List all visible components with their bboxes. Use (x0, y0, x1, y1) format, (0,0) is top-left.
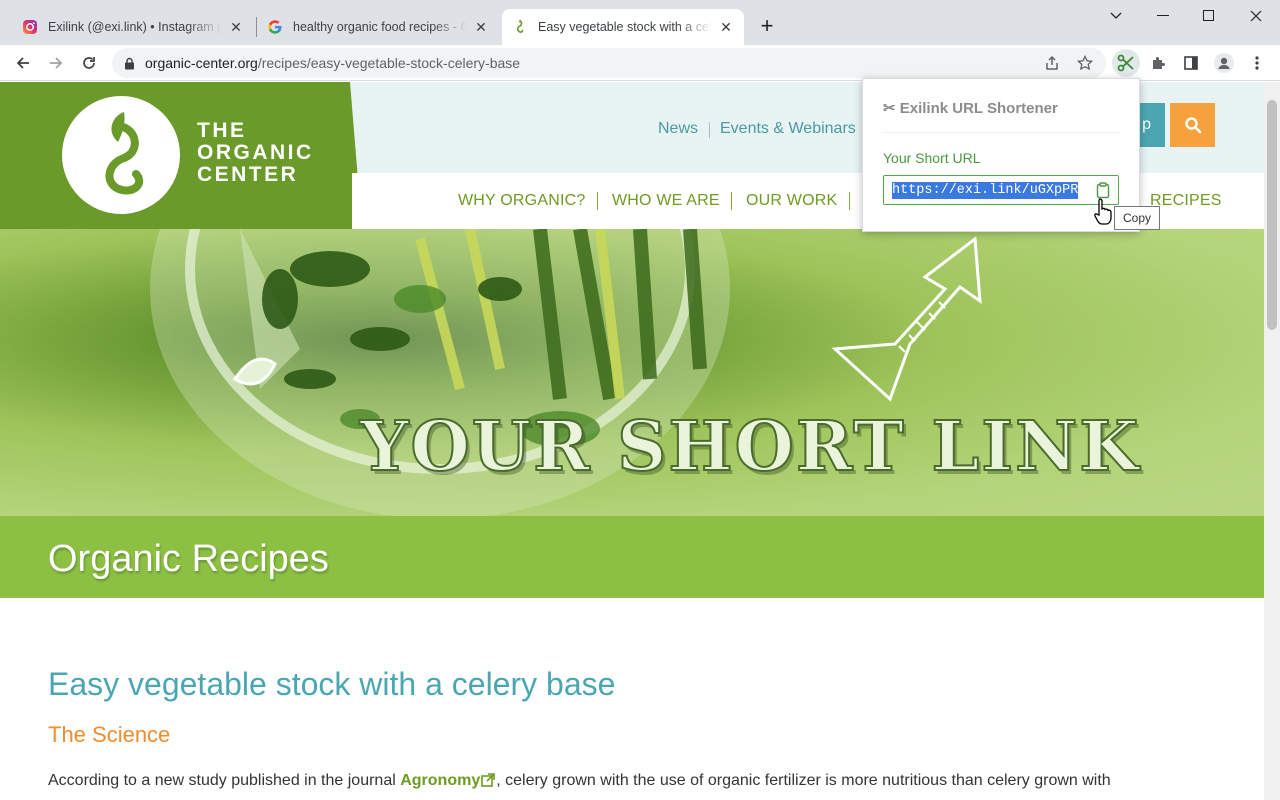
recipe-subtitle: The Science (48, 722, 171, 747)
more-menu-icon[interactable] (1243, 49, 1271, 77)
nav-divider (849, 192, 850, 210)
extensions-puzzle-icon[interactable] (1145, 49, 1173, 77)
search-button[interactable] (1170, 103, 1215, 147)
lock-icon[interactable] (124, 57, 135, 70)
exilink-extension-icon[interactable] (1112, 49, 1140, 77)
nav-divider (731, 192, 732, 210)
short-url-label: Your Short URL (883, 150, 981, 166)
nav-recipes[interactable]: RECIPES (1150, 192, 1222, 210)
nav-events-webinars[interactable]: Events & Webinars (720, 120, 856, 138)
tab-instagram[interactable]: Exilink (@exi.link) • Instagram photos a… (12, 9, 254, 45)
bookmark-star-icon[interactable] (1071, 49, 1099, 77)
recipe-body: According to a new study published in th… (48, 768, 1188, 796)
popup-divider (883, 132, 1121, 133)
url-host: organic-center.org (145, 55, 258, 71)
hero-image: YOUR SHORT LINK (0, 229, 1264, 516)
new-tab-icon[interactable]: + (753, 12, 781, 40)
nav-divider (597, 192, 598, 210)
share-icon[interactable] (1038, 49, 1066, 77)
maximize-icon[interactable] (1186, 0, 1232, 32)
page-scrollbar[interactable] (1264, 82, 1280, 800)
tab-organic-center[interactable]: Easy vegetable stock with a celery base … (502, 9, 744, 45)
scissors-icon: ✂ (883, 100, 896, 117)
close-tab-icon[interactable]: ✕ (228, 19, 244, 35)
nav-who-we-are[interactable]: WHO WE ARE (612, 192, 720, 210)
side-panel-icon[interactable] (1177, 49, 1205, 77)
logo-wordmark: THE ORGANIC CENTER (197, 119, 314, 186)
tab-google-search[interactable]: healthy organic food recipes - Google Se… (257, 9, 499, 45)
hand-cursor-icon (1093, 197, 1115, 230)
tab-title: Easy vegetable stock with a celery base (538, 20, 712, 34)
agronomy-link[interactable]: Agronomy (400, 772, 480, 789)
close-tab-icon[interactable]: ✕ (473, 19, 489, 35)
tab-title: healthy organic food recipes - Google Se… (293, 20, 467, 34)
profile-avatar-icon[interactable] (1210, 49, 1238, 77)
recipe-title: Easy vegetable stock with a celery base (48, 666, 616, 702)
body-text: According to a new study published in th… (48, 772, 401, 789)
browser-toolbar: organic-center.org/recipes/easy-vegetabl… (0, 45, 1280, 81)
scrollbar-thumb[interactable] (1267, 100, 1277, 330)
popup-title: ✂ Exilink URL Shortener (883, 100, 1058, 117)
forward-arrow-icon[interactable] (42, 49, 70, 77)
short-url-field[interactable]: https://exi.link/uGXpPR (883, 175, 1119, 205)
url-path: /recipes/easy-vegetable-stock-celery-bas… (257, 55, 521, 71)
organic-center-logo[interactable] (62, 96, 180, 214)
close-window-icon[interactable] (1233, 0, 1279, 32)
minimize-icon[interactable] (1140, 0, 1186, 32)
copy-tooltip: Copy (1114, 206, 1161, 230)
nav-why-organic[interactable]: WHY ORGANIC? (458, 192, 585, 210)
google-icon (267, 19, 283, 35)
tab-title: Exilink (@exi.link) • Instagram photos a… (48, 20, 222, 34)
browser-tab-strip: Exilink (@exi.link) • Instagram photos a… (0, 0, 1280, 45)
hero-headline: YOUR SHORT LINK (359, 406, 1141, 488)
organic-center-icon (512, 19, 528, 35)
close-tab-icon[interactable]: ✕ (718, 19, 734, 35)
section-title: Organic Recipes (48, 538, 329, 580)
external-link-icon[interactable] (481, 770, 496, 796)
instagram-icon (22, 19, 38, 35)
reload-icon[interactable] (75, 49, 103, 77)
body-text: , celery grown with the use of organic f… (496, 772, 1111, 789)
short-url-value[interactable]: https://exi.link/uGXpPR (892, 181, 1079, 199)
nav-news[interactable]: News (658, 120, 698, 138)
address-bar[interactable]: organic-center.org/recipes/easy-vegetabl… (112, 48, 1106, 78)
tab-search-chevron-icon[interactable] (1093, 0, 1139, 32)
nav-our-work[interactable]: OUR WORK (746, 192, 837, 210)
search-icon (1184, 116, 1202, 134)
section-band: Organic Recipes (0, 516, 1264, 598)
back-arrow-icon[interactable] (9, 49, 37, 77)
nav-divider (709, 122, 710, 138)
